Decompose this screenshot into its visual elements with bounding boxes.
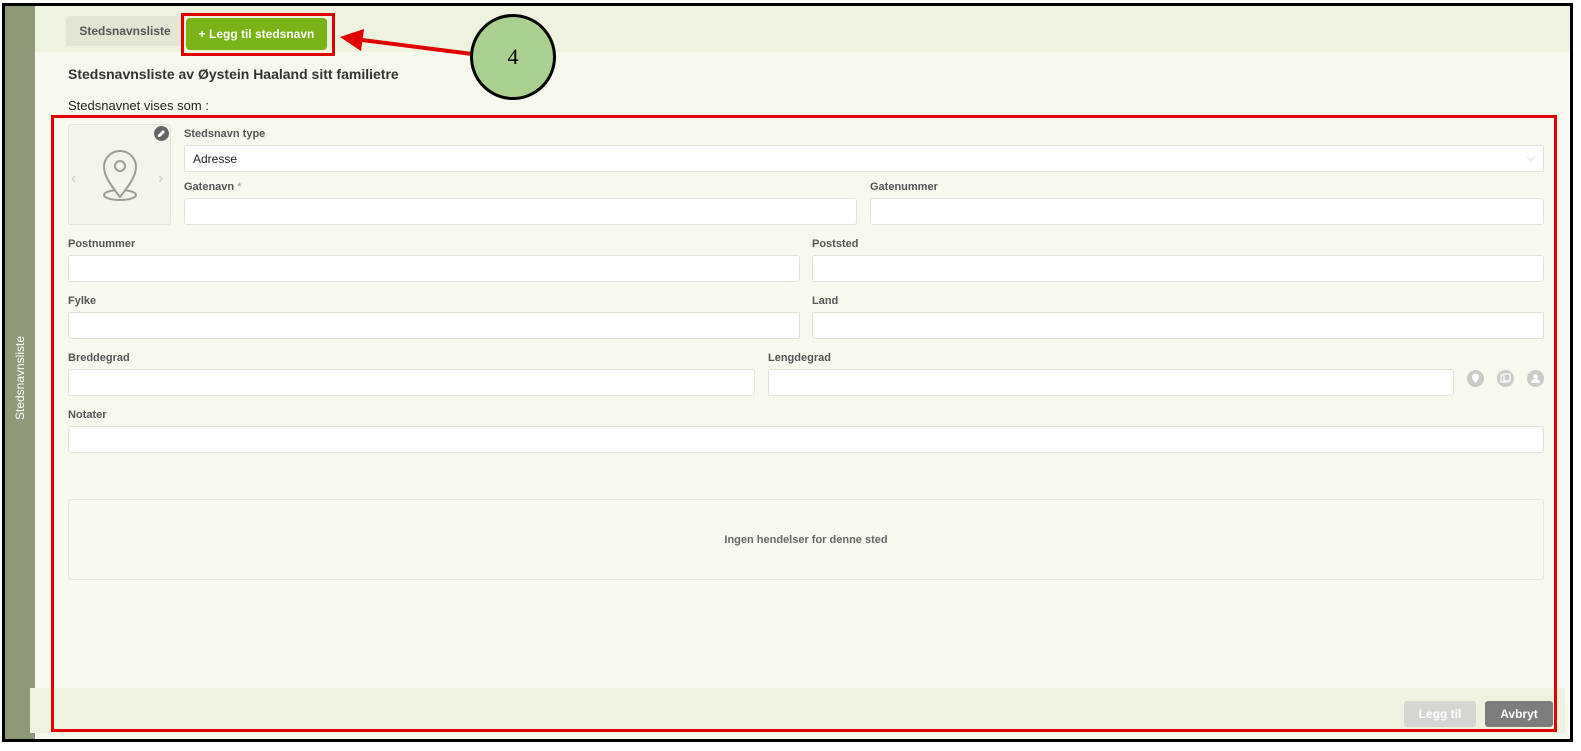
callout-badge: 4 (470, 14, 556, 100)
highlight-form (51, 115, 1557, 732)
page-title: Stedsnavnsliste av Øystein Haaland sitt … (68, 66, 399, 82)
shown-as-label: Stedsnavnet vises som : (68, 98, 209, 113)
